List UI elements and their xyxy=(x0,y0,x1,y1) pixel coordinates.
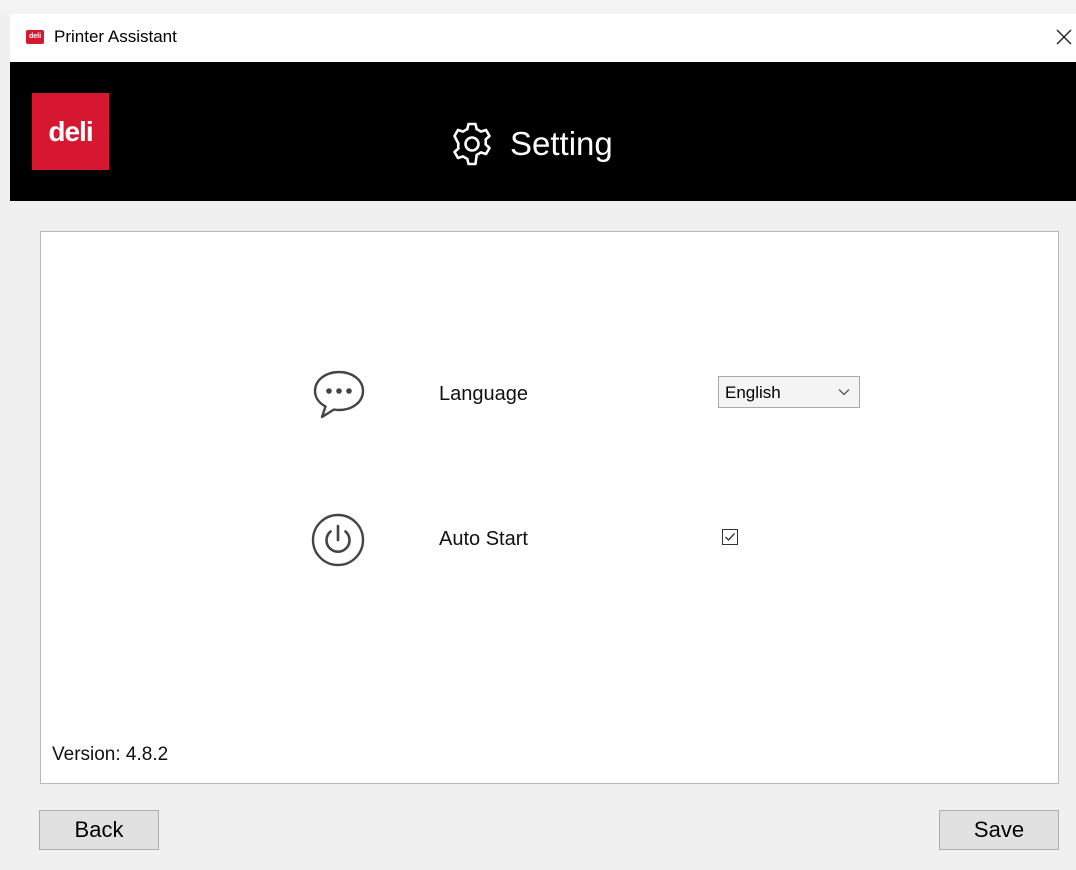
language-selected-value: English xyxy=(725,383,781,402)
chat-bubble-icon xyxy=(313,370,365,419)
brand-logo: deli xyxy=(32,93,109,170)
language-select[interactable]: English xyxy=(718,376,860,408)
settings-panel: Language English Auto Start Version: 4.8… xyxy=(40,231,1059,784)
gear-icon xyxy=(453,122,491,166)
desktop-strip xyxy=(0,0,1076,14)
back-button[interactable]: Back xyxy=(39,810,159,850)
power-icon xyxy=(311,513,365,567)
header-banner: deli Setting xyxy=(10,62,1076,201)
auto-start-checkbox[interactable] xyxy=(722,529,738,545)
header-title-group: Setting xyxy=(448,119,613,169)
chevron-down-icon xyxy=(838,389,850,396)
app-logo-icon: deli xyxy=(26,30,44,44)
printer-assistant-window: deli Printer Assistant deli Setting Lang… xyxy=(0,0,1076,870)
window-title: Printer Assistant xyxy=(54,27,177,46)
close-icon xyxy=(1056,29,1072,45)
close-button[interactable] xyxy=(1052,22,1076,52)
auto-start-label: Auto Start xyxy=(439,528,528,550)
save-button[interactable]: Save xyxy=(939,810,1059,850)
title-bar: deli Printer Assistant xyxy=(10,14,1076,62)
language-label: Language xyxy=(439,383,528,405)
version-text: Version: 4.8.2 xyxy=(52,744,169,765)
page-title: Setting xyxy=(510,125,613,162)
